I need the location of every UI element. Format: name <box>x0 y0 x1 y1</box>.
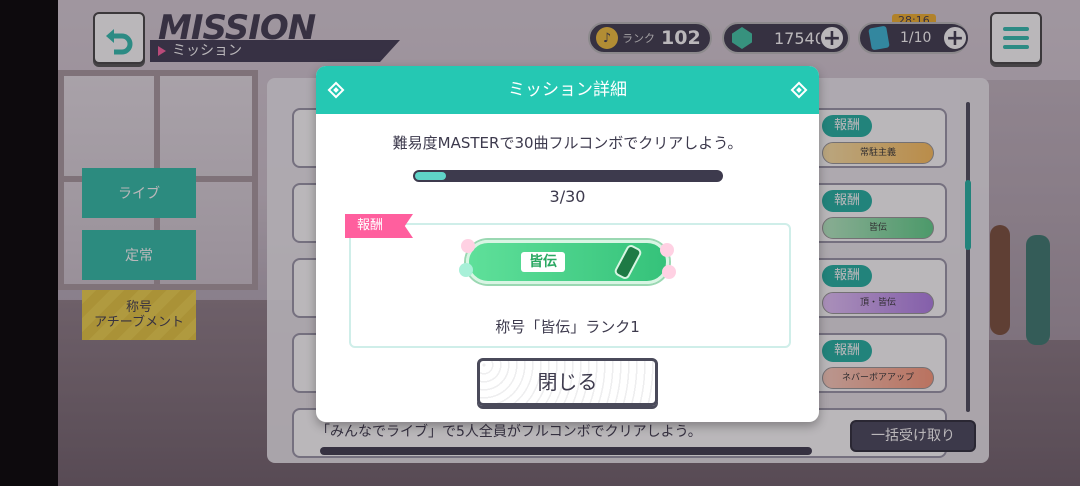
mission-detail-dialog: ミッション詳細 難易度MASTERで30曲フルコンボでクリアしよう。 3/30 … <box>316 66 819 422</box>
close-button[interactable]: 閉じる <box>477 358 658 406</box>
title-plate-name: 皆伝 <box>521 252 565 272</box>
diamond-icon <box>327 81 345 99</box>
title-plate-image: 皆伝 <box>459 239 676 284</box>
mission-progress-text: 3/30 <box>549 187 586 206</box>
flower-icon <box>461 239 475 253</box>
dialog-title: ミッション詳細 <box>508 80 627 100</box>
bottle-icon <box>612 243 644 281</box>
mission-progress-bar <box>413 170 723 182</box>
dialog-header: ミッション詳細 <box>316 66 819 114</box>
reward-name: 称号「皆伝」ランク1 <box>495 318 640 336</box>
flower-icon <box>662 265 676 279</box>
flower-icon <box>660 243 674 257</box>
diamond-icon <box>790 81 808 99</box>
reward-tag: 報酬 <box>345 214 413 238</box>
flower-icon <box>459 263 473 277</box>
mission-progress-fill <box>415 172 446 180</box>
mission-description: 難易度MASTERで30曲フルコンボでクリアしよう。 <box>392 134 743 152</box>
